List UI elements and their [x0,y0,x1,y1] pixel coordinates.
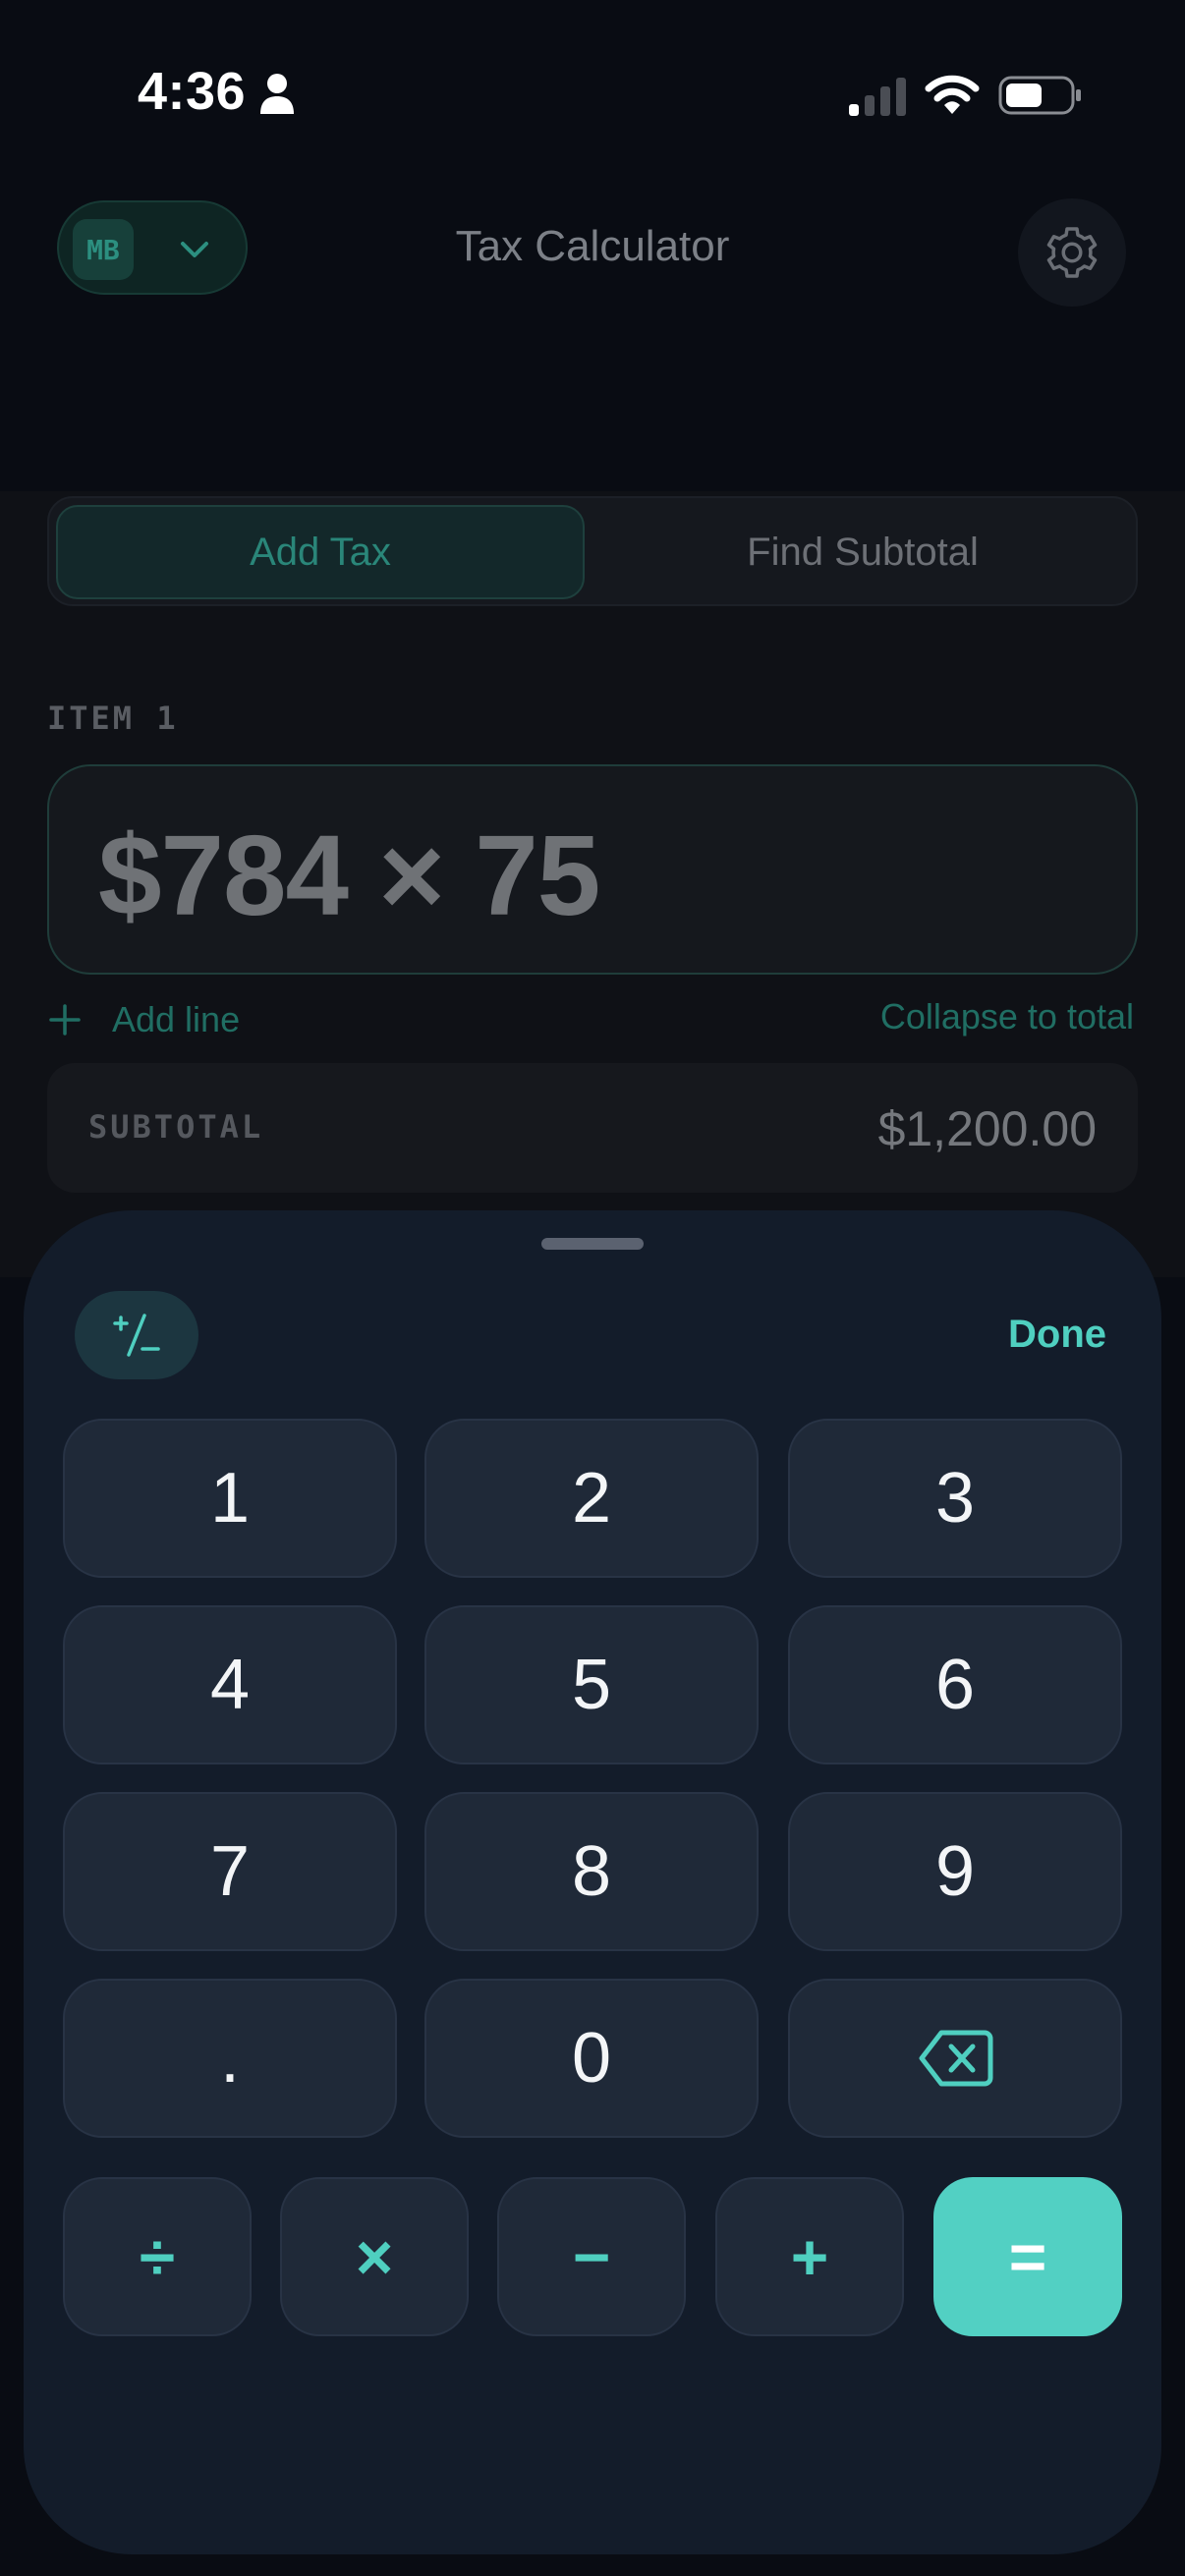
settings-button[interactable] [1018,198,1126,307]
plus-icon [49,1004,81,1036]
key-decimal[interactable]: . [63,1979,397,2138]
key-8[interactable]: 8 [424,1792,759,1951]
amount-input[interactable]: $784 × 75 [47,764,1138,975]
status-bar: 4:36 [0,0,1185,187]
backspace-button[interactable] [788,1979,1122,2138]
subtotal-label: SUBTOTAL [88,1108,264,1146]
key-2[interactable]: 2 [424,1419,759,1578]
key-5[interactable]: 5 [424,1605,759,1764]
tab-add-tax[interactable]: Add Tax [56,505,585,599]
status-time: 4:36 [138,62,247,121]
add-line-label: Add line [112,999,241,1039]
keypad-sheet: Done 1 2 3 4 5 6 7 8 9 . 0 ÷ × − + = [24,1210,1161,2554]
battery-icon [998,76,1081,115]
key-1[interactable]: 1 [63,1419,397,1578]
backspace-icon [919,2030,993,2087]
wifi-icon [925,75,980,114]
key-3[interactable]: 3 [788,1419,1122,1578]
add-line-button[interactable]: Add line [47,992,240,1047]
subtract-button[interactable]: − [497,2177,686,2336]
collapse-to-total-button[interactable]: Collapse to total [880,996,1134,1037]
person-icon [260,74,294,114]
divide-button[interactable]: ÷ [63,2177,252,2336]
gear-icon [1046,227,1098,278]
add-button[interactable]: + [715,2177,904,2336]
key-0[interactable]: 0 [424,1979,759,2138]
app-header: MB Tax Calculator [0,187,1185,314]
multiply-button[interactable]: × [280,2177,469,2336]
key-9[interactable]: 9 [788,1792,1122,1951]
mode-segmented-control: Add Tax Find Subtotal [47,496,1138,606]
key-6[interactable]: 6 [788,1605,1122,1764]
amount-expression: $784 × 75 [98,812,600,939]
key-4[interactable]: 4 [63,1605,397,1764]
key-7[interactable]: 7 [63,1792,397,1951]
item-label: ITEM 1 [47,700,179,737]
dimmed-background: 4:36 MB Tax Calculator Add Tax Find Subt… [0,0,1185,1277]
sign-toggle-button[interactable] [75,1291,198,1379]
page-title: Tax Calculator [455,222,730,270]
subtotal-card: SUBTOTAL $1,200.00 [47,1063,1138,1193]
cellular-signal-icon [849,78,906,116]
sheet-grabber[interactable] [541,1238,644,1250]
tax-calculator-screen: 4:36 MB Tax Calculator Add Tax Find Subt… [0,0,1185,2576]
plus-minus-icon [113,1314,160,1357]
tab-find-subtotal[interactable]: Find Subtotal [595,505,1130,599]
equals-button[interactable]: = [933,2177,1122,2336]
done-button[interactable]: Done [1008,1313,1106,1357]
subtotal-value: $1,200.00 [877,1101,1097,1156]
